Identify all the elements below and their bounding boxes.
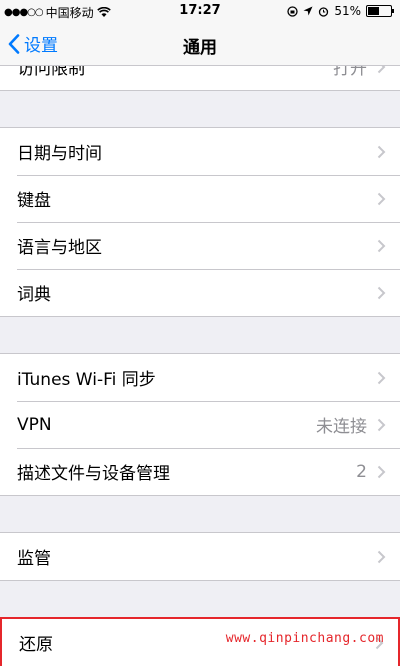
row-label: 描述文件与设备管理 (17, 464, 170, 484)
chevron-right-icon (377, 239, 386, 252)
row-vpn[interactable]: VPN 未连接 (0, 401, 400, 448)
row-dictionary[interactable]: 词典 (0, 269, 400, 316)
chevron-right-icon (377, 371, 386, 384)
chevron-right-icon (377, 66, 386, 73)
chevron-right-icon (377, 550, 386, 563)
chevron-left-icon (8, 33, 20, 54)
page-title: 通用 (183, 38, 217, 58)
row-keyboard[interactable]: 键盘 (0, 175, 400, 222)
row-label: 访问限制 (17, 66, 85, 79)
settings-list[interactable]: 访问限制 打开 日期与时间 键盘 语言与地区 词典 iTunes Wi-Fi 同… (0, 66, 400, 666)
chevron-right-icon (377, 418, 386, 431)
group-reset: 还原 www.qinpinchang.com (0, 617, 400, 666)
chevron-right-icon (377, 286, 386, 299)
rotation-lock-icon (287, 5, 298, 17)
row-itunes-wifi-sync[interactable]: iTunes Wi-Fi 同步 (0, 354, 400, 401)
chevron-right-icon (377, 192, 386, 205)
chevron-right-icon (377, 465, 386, 478)
row-label: 日期与时间 (17, 144, 102, 164)
row-label: 监管 (17, 549, 51, 569)
row-restrictions[interactable]: 访问限制 打开 (0, 66, 400, 91)
profile-count: 2 (356, 461, 367, 482)
row-supervision[interactable]: 监管 (0, 533, 400, 580)
navigation-bar: 设置 通用 (0, 22, 400, 66)
row-reset[interactable]: 还原 www.qinpinchang.com (2, 619, 398, 666)
group-date-keyboard: 日期与时间 键盘 语言与地区 词典 (0, 127, 400, 317)
chevron-right-icon (377, 145, 386, 158)
row-label: iTunes Wi-Fi 同步 (17, 370, 156, 390)
row-detail: 打开 (333, 66, 367, 79)
battery-fill (368, 7, 380, 15)
vpn-status: 未连接 (316, 417, 367, 437)
row-label: 键盘 (17, 191, 51, 211)
status-right: 51% (287, 4, 394, 18)
row-label: VPN (17, 414, 52, 435)
alarm-icon (319, 6, 329, 17)
row-date-time[interactable]: 日期与时间 (0, 128, 400, 175)
row-language-region[interactable]: 语言与地区 (0, 222, 400, 269)
status-bar: ●●●○○ 中国移动 17:27 51% (0, 0, 400, 22)
back-button[interactable]: 设置 (8, 31, 58, 56)
group-supervision: 监管 (0, 532, 400, 581)
group-sync-vpn: iTunes Wi-Fi 同步 VPN 未连接 描述文件与设备管理 2 (0, 353, 400, 496)
row-profiles-device-management[interactable]: 描述文件与设备管理 2 (0, 448, 400, 495)
watermark: www.qinpinchang.com (225, 631, 384, 646)
row-label: 词典 (17, 285, 51, 305)
row-label: 语言与地区 (17, 238, 102, 258)
battery-percent: 51% (334, 4, 361, 18)
location-icon (303, 6, 313, 16)
battery-icon (366, 5, 394, 17)
back-button-label: 设置 (24, 36, 58, 56)
